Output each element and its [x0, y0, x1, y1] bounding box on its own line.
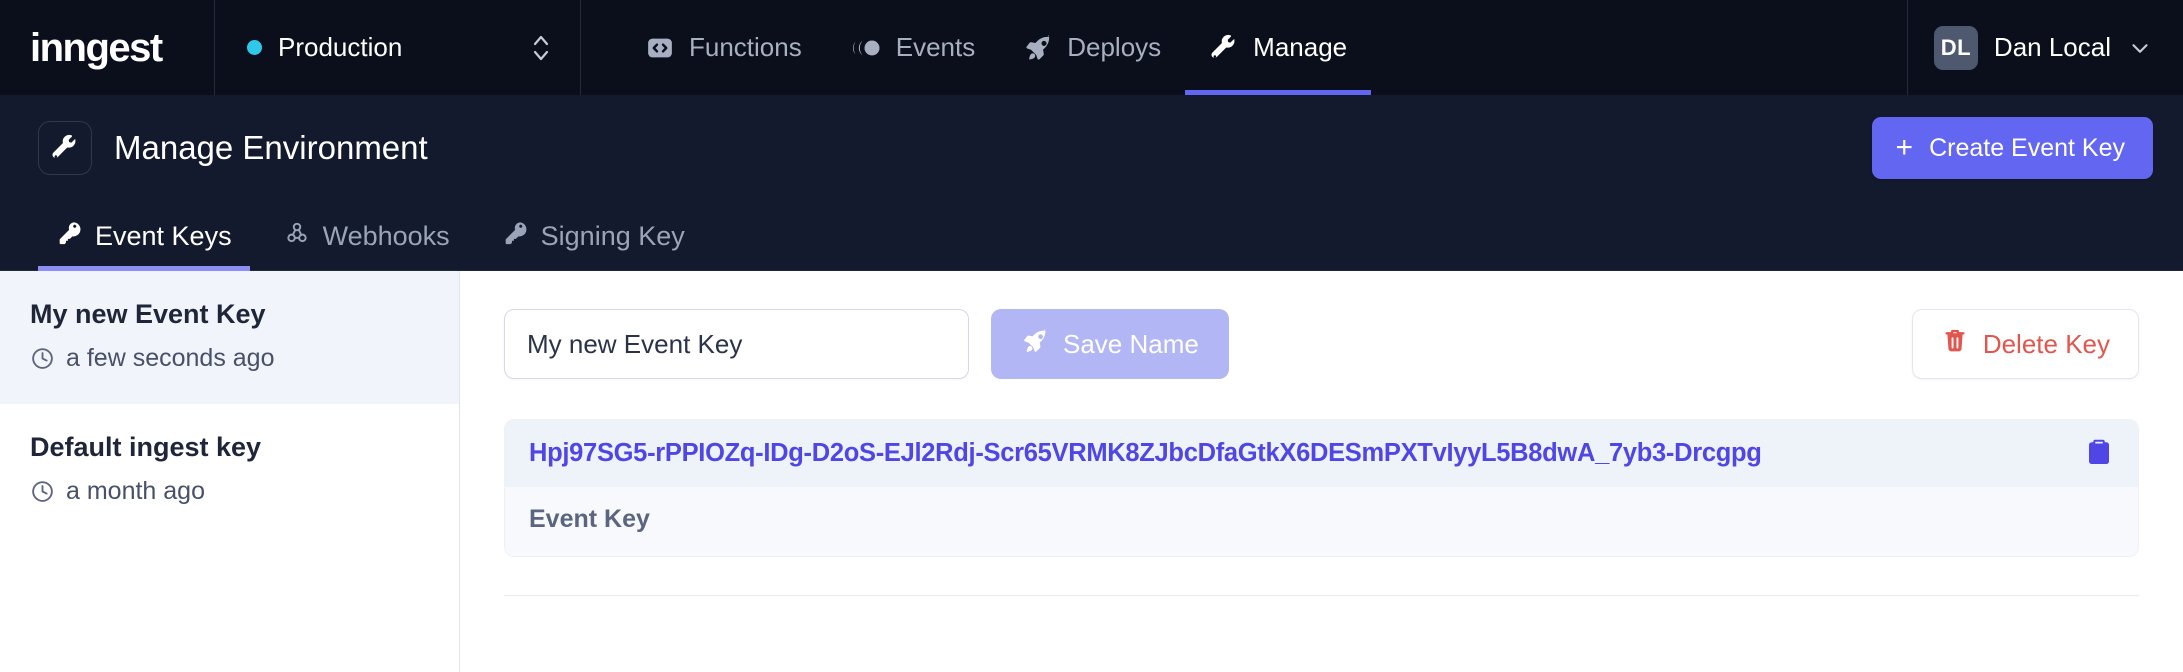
clock-icon	[30, 346, 55, 371]
list-item-meta: a few seconds ago	[30, 344, 429, 373]
event-key-value: Hpj97SG5-rPPIOZq-IDg-D2oS-EJl2Rdj-Scr65V…	[529, 439, 1762, 467]
nav-item-functions[interactable]: Functions	[621, 0, 826, 95]
event-key-label: Event Key	[529, 505, 650, 533]
manage-environment-page: inngest Production Functions Events Depl…	[0, 0, 2183, 672]
save-name-button[interactable]: Save Name	[991, 309, 1229, 379]
tab-webhooks[interactable]: Webhooks	[258, 220, 476, 271]
code-brackets-icon	[645, 33, 675, 63]
brand-logo[interactable]: inngest	[0, 0, 215, 95]
list-item-name: My new Event Key	[30, 299, 266, 329]
nav-label-manage: Manage	[1253, 32, 1348, 62]
event-key-detail: Save Name Delete Key Hpj97SG5-rPPIOZq-ID…	[460, 271, 2183, 672]
content-area: My new Event Key a few seconds ago Defau…	[0, 271, 2183, 672]
wrench-icon	[1209, 33, 1239, 63]
clipboard-icon	[2084, 437, 2114, 470]
environment-status-dot	[247, 40, 262, 55]
nav-label-deploys: Deploys	[1067, 32, 1162, 62]
event-key-name-input[interactable]	[504, 309, 969, 379]
create-event-key-label: Create Event Key	[1929, 133, 2125, 162]
tab-label-webhooks: Webhooks	[322, 221, 450, 251]
copy-key-button[interactable]	[2084, 437, 2114, 470]
rocket-icon	[1023, 33, 1053, 63]
page-title-group: Manage Environment	[30, 121, 428, 175]
nav-item-events[interactable]: Events	[826, 0, 1000, 95]
nav-item-deploys[interactable]: Deploys	[999, 0, 1185, 95]
webhook-icon	[284, 220, 310, 253]
event-keys-list: My new Event Key a few seconds ago Defau…	[0, 271, 460, 672]
key-icon	[56, 220, 82, 253]
list-item-timestamp: a few seconds ago	[66, 344, 275, 372]
nav-label-functions: Functions	[689, 32, 802, 62]
topnav-spacer	[1639, 0, 1907, 95]
nav-item-manage[interactable]: Manage	[1185, 0, 1372, 95]
trash-icon	[1941, 327, 1969, 362]
list-item-name: Default ingest key	[30, 432, 262, 462]
save-name-label: Save Name	[1063, 328, 1199, 359]
top-navigation-bar: inngest Production Functions Events Depl…	[0, 0, 2183, 95]
manage-tabs: Event Keys Webhooks Signing Key	[0, 201, 2183, 271]
event-key-label-row: Event Key	[505, 487, 2138, 556]
page-title: Manage Environment	[114, 129, 428, 166]
list-item[interactable]: Default ingest key a month ago	[0, 404, 459, 537]
nav-label-events: Events	[895, 32, 976, 62]
environment-selector[interactable]: Production	[215, 0, 581, 95]
logo-text: inngest	[30, 25, 163, 70]
list-item-meta: a month ago	[30, 477, 429, 506]
list-item[interactable]: My new Event Key a few seconds ago	[0, 271, 459, 404]
events-icon	[850, 35, 882, 61]
avatar: DL	[1933, 25, 1978, 70]
section-divider	[504, 595, 2139, 596]
delete-key-label: Delete Key	[1982, 328, 2110, 359]
detail-toolbar: Save Name Delete Key	[504, 309, 2139, 379]
clock-icon	[30, 479, 55, 504]
tab-label-event-keys: Event Keys	[95, 221, 232, 251]
chevron-down-icon	[2127, 35, 2153, 61]
create-event-key-button[interactable]: + Create Event Key	[1871, 117, 2153, 179]
tab-label-signing-key: Signing Key	[540, 221, 685, 251]
tab-event-keys[interactable]: Event Keys	[30, 220, 258, 271]
delete-key-button[interactable]: Delete Key	[1911, 309, 2139, 379]
user-name: Dan Local	[1993, 32, 2111, 62]
rocket-icon	[1021, 327, 1049, 362]
event-key-card: Hpj97SG5-rPPIOZq-IDg-D2oS-EJl2Rdj-Scr65V…	[504, 419, 2139, 557]
environment-name: Production	[278, 32, 403, 62]
list-item-timestamp: a month ago	[66, 477, 205, 505]
plus-icon: +	[1895, 131, 1914, 164]
user-menu[interactable]: DL Dan Local	[1906, 0, 2183, 95]
event-key-value-row: Hpj97SG5-rPPIOZq-IDg-D2oS-EJl2Rdj-Scr65V…	[505, 420, 2138, 487]
primary-nav: Functions Events Deploys Manage	[581, 0, 1639, 95]
key-icon	[502, 220, 528, 253]
chevron-up-down-icon	[530, 31, 552, 65]
tab-signing-key[interactable]: Signing Key	[476, 220, 711, 271]
wrench-icon	[38, 121, 92, 175]
page-header: Manage Environment + Create Event Key	[0, 95, 2183, 201]
